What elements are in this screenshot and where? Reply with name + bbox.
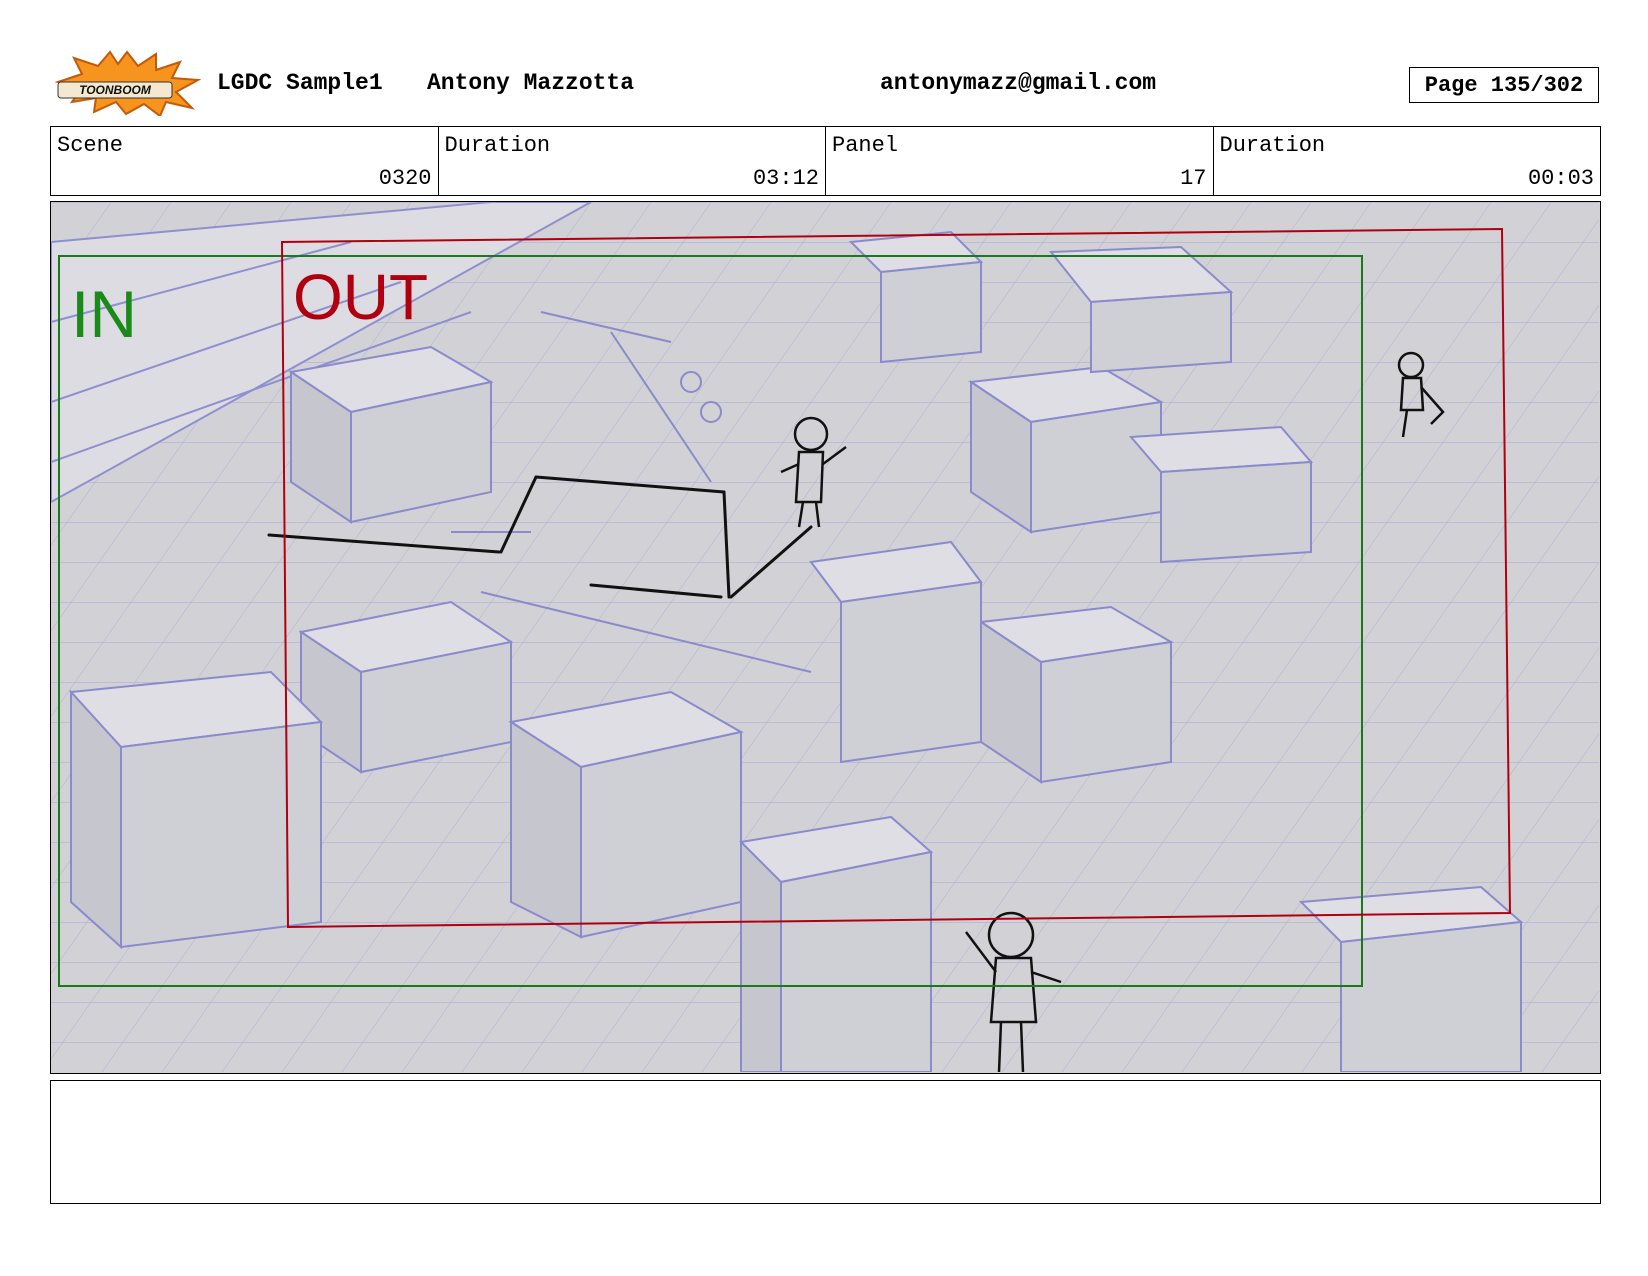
logo-text: TOONBOOM [79,83,152,97]
in-label: IN [71,277,137,351]
scene-duration-label: Duration [444,133,551,158]
scene-cell: Scene 0320 [51,127,439,195]
scene-info-table: Scene 0320 Duration 03:12 Panel 17 Durat… [50,126,1601,196]
out-label: OUT [293,261,428,333]
author-email: antonymazz@gmail.com [880,70,1157,96]
storyboard-panel-image: IN OUT [50,201,1601,1074]
crate [68,670,324,950]
scene-duration-value: 03:12 [752,166,819,191]
author-name: Antony Mazzotta [427,70,635,96]
scene-duration-cell: Duration 03:12 [439,127,826,195]
panel-cell: Panel 17 [826,127,1214,195]
toonboom-logo: TOONBOOM [52,50,202,118]
page-indicator: Page 135/302 [1409,67,1599,103]
panel-duration-label: Duration [1219,133,1326,158]
panel-label: Panel [832,133,899,158]
panel-duration-value: 00:03 [1527,166,1594,191]
crate [288,345,494,524]
crate [298,600,514,774]
project-title: LGDC Sample1 [217,70,383,96]
crate [508,690,744,939]
crate [738,815,934,1072]
crate [978,605,1174,784]
panel-duration-cell: Duration 00:03 [1214,127,1601,195]
scene-label: Scene [57,133,124,158]
panel-value: 17 [1180,166,1207,191]
crate [968,365,1164,534]
scene-value: 0320 [378,166,432,191]
panel-notes-box [50,1080,1601,1204]
